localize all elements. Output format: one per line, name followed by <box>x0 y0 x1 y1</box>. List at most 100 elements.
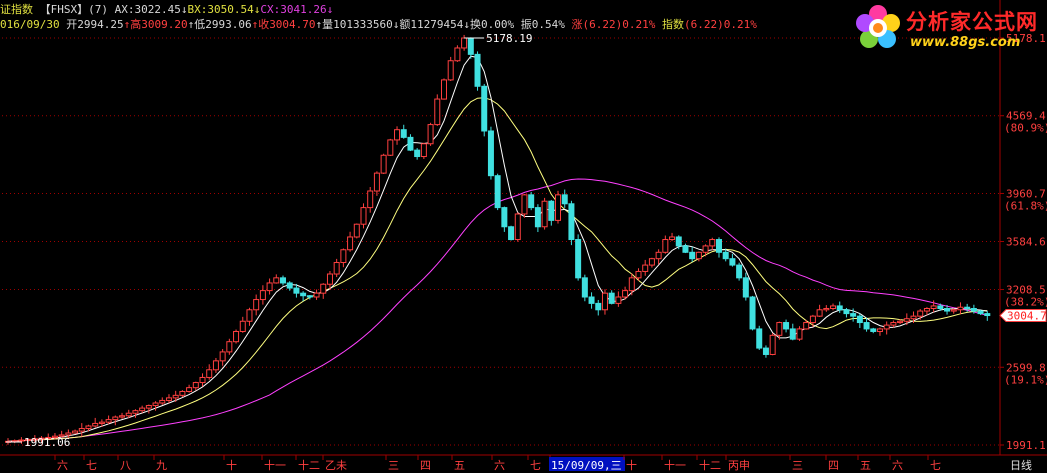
candle-body <box>320 283 327 294</box>
candle-body <box>736 264 743 279</box>
candle-body <box>65 432 72 436</box>
kline-chart[interactable]: 5178.191991.06 5178.14569.4(80.9%)3960.7… <box>0 0 1047 473</box>
quote-date: 016/09/30 <box>0 18 60 31</box>
open-value: 2994.25 <box>77 18 124 31</box>
cursor-date-label[interactable]: 15/09/09,三 <box>551 459 622 472</box>
low-price-label: 1991.06 <box>24 436 70 449</box>
header-row-2: 016/09/30 开2994.25↑高3009.20↑低2993.06↑收30… <box>0 18 757 31</box>
date-tick-label: 十二 <box>298 458 320 472</box>
candle-body <box>474 53 481 87</box>
candle-body <box>950 309 957 312</box>
site-logo[interactable]: 分析家公式网 www.88gs.com <box>852 2 1042 58</box>
index-title[interactable]: 证指数 <box>0 3 33 16</box>
candle-body <box>756 328 763 349</box>
date-tick-label: 十一 <box>264 458 286 472</box>
candle-body <box>608 292 615 304</box>
candle-body <box>246 309 253 322</box>
cx-label: CX: <box>260 3 281 16</box>
candle-body <box>179 391 186 396</box>
candle-body <box>548 200 555 221</box>
candle-body <box>622 290 629 298</box>
candle-body <box>742 277 749 298</box>
candle-body <box>662 239 669 253</box>
amount-label: 额 <box>399 18 411 31</box>
candle-body <box>635 270 642 279</box>
date-tick-label: 乙未 <box>325 459 347 472</box>
candle-body <box>930 305 937 309</box>
candle-body <box>722 251 729 260</box>
candle-body <box>487 130 494 177</box>
candle-body <box>192 382 199 389</box>
candle-body <box>125 412 132 417</box>
candle-body <box>266 282 273 292</box>
candle-body <box>682 245 689 253</box>
period-param: (7) <box>88 3 108 16</box>
logo-url: www.88gs.com <box>910 35 1021 50</box>
candle-body <box>273 277 280 284</box>
candle-body <box>803 322 810 330</box>
date-tick-label: 四 <box>420 459 431 472</box>
flower-logo-icon <box>856 5 900 48</box>
bottom-date-axis: 六七八九十十一 十二 乙未三四五六七 15/09/09,三十十一 十二 丙申三四五六七日线 <box>54 455 1032 472</box>
candle-body <box>729 258 736 266</box>
candle-body <box>850 313 857 317</box>
candle-body <box>702 245 709 253</box>
candle-body <box>601 292 608 311</box>
amplitude-value: 0.54% <box>531 18 565 31</box>
candle-body <box>561 194 568 205</box>
candle-body <box>890 322 897 326</box>
candle-body <box>494 175 501 209</box>
candle-body <box>165 397 172 401</box>
cx-value: 3041.26 <box>280 3 327 16</box>
date-tick-label: 七 <box>530 459 541 472</box>
close-value: 3004.70 <box>269 18 316 31</box>
candle-body <box>467 37 474 55</box>
candle-body <box>937 305 944 309</box>
candle-body <box>226 341 233 353</box>
candle-body <box>816 309 823 317</box>
candle-body <box>843 309 850 315</box>
candle-body <box>789 328 796 340</box>
candle-body <box>152 402 159 407</box>
candle-body <box>508 226 515 241</box>
candle-body <box>313 292 320 298</box>
volume-value: 101333560 <box>333 18 393 31</box>
index-label: 指数 <box>662 18 685 31</box>
candle-body <box>78 428 85 432</box>
candle-body <box>233 330 240 343</box>
candle-body <box>380 154 387 174</box>
date-tick-label: 八 <box>120 459 131 472</box>
turnover-label: 换 <box>470 18 482 31</box>
candle-body <box>414 149 421 158</box>
candle-body <box>85 425 92 430</box>
candle-body <box>340 249 347 264</box>
candle-body <box>501 207 508 228</box>
candle-body <box>172 394 179 399</box>
candle-body <box>534 207 541 228</box>
candle-body <box>145 405 152 409</box>
candle-body <box>293 287 300 294</box>
ma-mid-line <box>7 97 988 442</box>
candle-body <box>259 290 266 301</box>
formula-code[interactable]: 【FHSX】 <box>40 3 89 16</box>
candle-body <box>903 318 910 322</box>
candle-body <box>528 194 535 209</box>
candle-body <box>139 407 146 412</box>
candle-body <box>695 251 702 260</box>
candle-body <box>568 203 575 241</box>
candle-body <box>675 236 682 247</box>
candle-body <box>159 399 166 404</box>
price-grid <box>0 0 1047 456</box>
candle-body <box>957 306 964 311</box>
candle-body <box>440 79 447 100</box>
period-tab-daily[interactable]: 日线 <box>1010 458 1032 472</box>
candle-body <box>856 315 863 324</box>
date-tick-label: 四 <box>828 459 839 472</box>
right-price-axis: 5178.14569.4(80.9%)3960.7(61.8%)3584.632… <box>999 32 1047 452</box>
candle-body <box>206 369 213 378</box>
ma-short-polyline <box>7 55 988 442</box>
open-label: 开 <box>66 18 78 31</box>
date-tick-label: 九 <box>156 459 167 472</box>
candle-body <box>689 251 696 260</box>
candle-body <box>72 430 79 434</box>
